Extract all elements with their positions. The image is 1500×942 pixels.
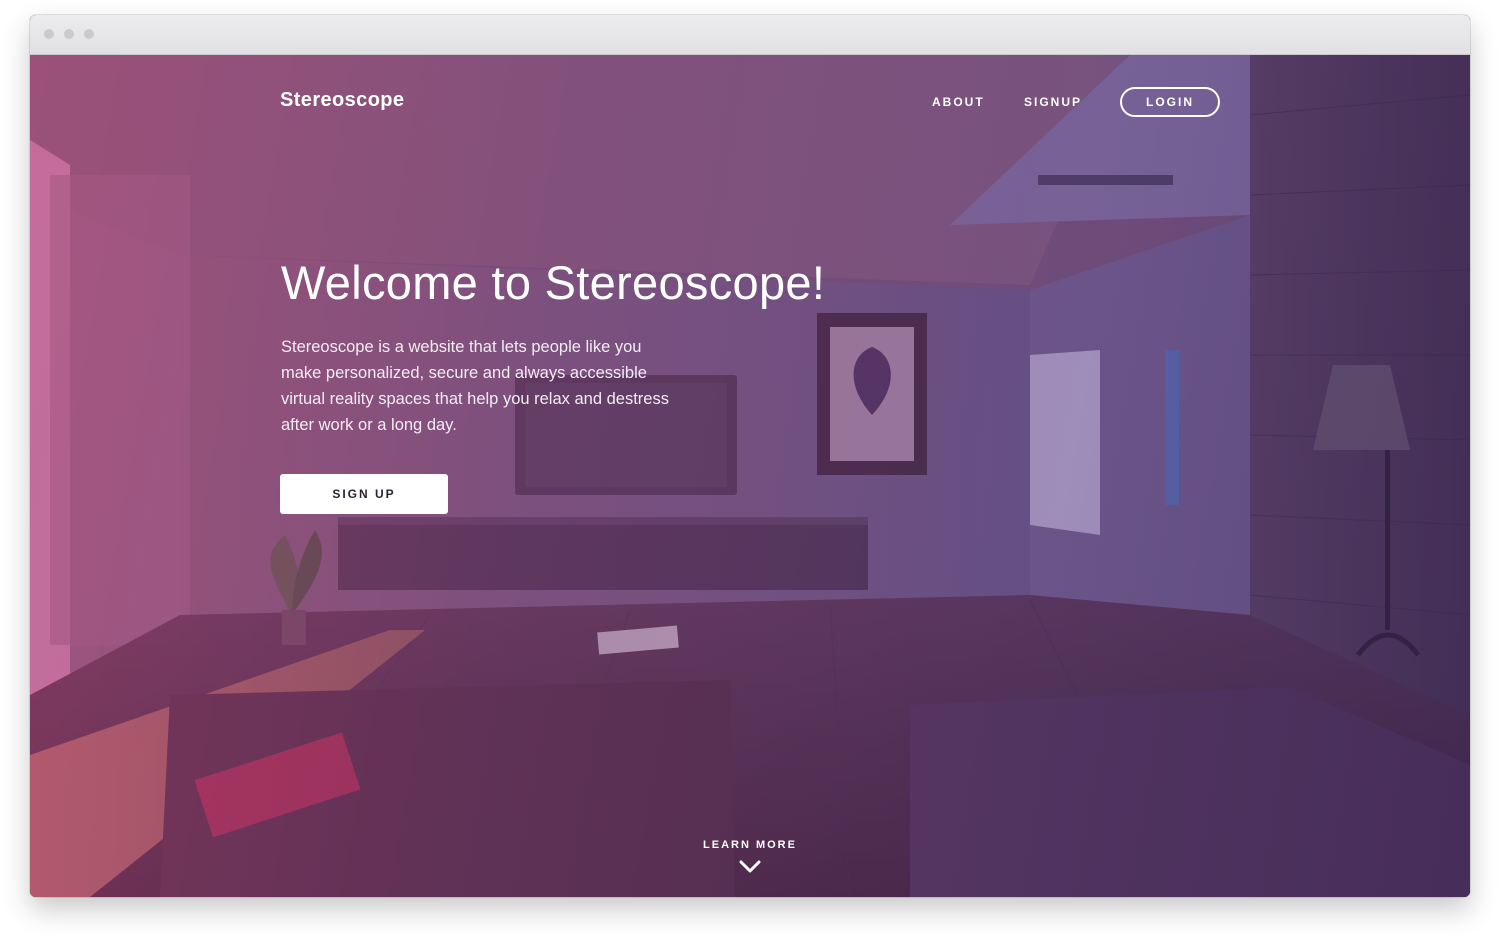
login-button[interactable]: LOGIN <box>1120 87 1220 117</box>
browser-window: Stereoscope ABOUT SIGNUP LOGIN Welcome t… <box>30 15 1470 897</box>
chevron-down-icon[interactable] <box>738 860 762 874</box>
window-minimize-dot[interactable] <box>64 29 74 39</box>
sign-up-button[interactable]: SIGN UP <box>280 474 448 514</box>
window-zoom-dot[interactable] <box>84 29 94 39</box>
hero-background-image <box>30 55 1470 897</box>
hero-description: Stereoscope is a website that lets peopl… <box>281 338 669 434</box>
learn-more-link[interactable]: LEARN MORE <box>650 839 850 851</box>
nav-link-about[interactable]: ABOUT <box>932 95 985 109</box>
hero-title: Welcome to Stereoscope! <box>281 256 826 309</box>
window-close-dot[interactable] <box>44 29 54 39</box>
sign-up-button-label: SIGN UP <box>332 487 396 501</box>
browser-titlebar <box>30 15 1470 55</box>
nav-link-signup[interactable]: SIGNUP <box>1024 95 1082 109</box>
page-viewport: Stereoscope ABOUT SIGNUP LOGIN Welcome t… <box>30 55 1470 897</box>
site-logo[interactable]: Stereoscope <box>280 89 404 112</box>
login-button-label: LOGIN <box>1146 95 1194 109</box>
